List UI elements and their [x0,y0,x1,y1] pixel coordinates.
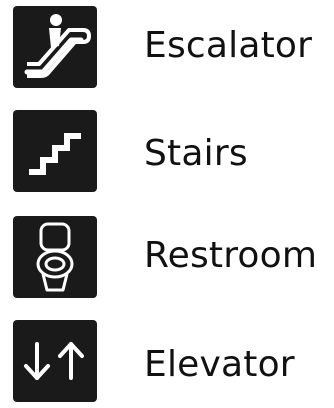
restroom-label: Restroom [144,235,318,276]
toilet-icon [13,216,97,298]
stairs-icon [13,110,97,192]
elevator-label: Elevator [144,344,295,385]
legend-item-stairs: Stairs [0,110,334,192]
legend-item-restroom: Restroom [0,216,334,298]
elevator-icon [13,320,97,402]
escalator-label: Escalator [144,25,313,66]
legend-item-escalator: Escalator [0,6,334,88]
escalator-icon [13,6,97,88]
stairs-label: Stairs [144,133,248,174]
legend-item-elevator: Elevator [0,320,334,402]
